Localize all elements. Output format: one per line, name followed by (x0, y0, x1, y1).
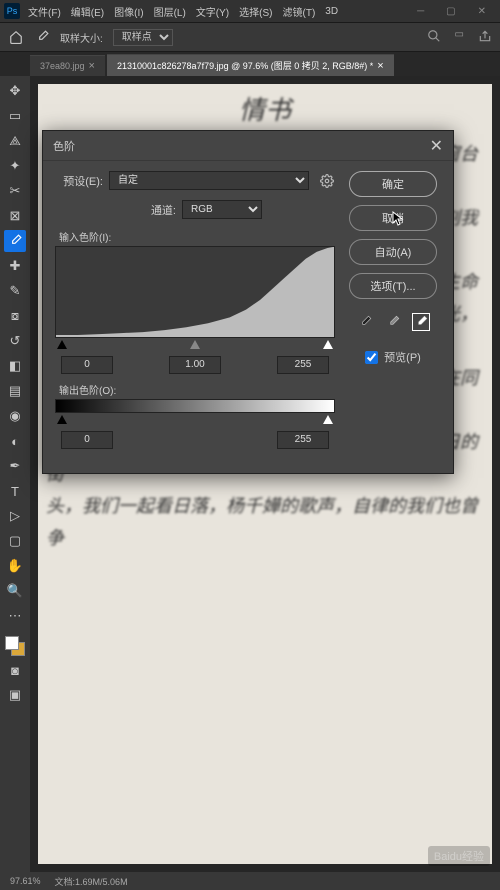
output-white-field[interactable]: 255 (277, 431, 329, 449)
edit-toolbar[interactable]: ⋯ (4, 605, 26, 627)
menu-image[interactable]: 图像(I) (114, 4, 143, 19)
color-swatch[interactable] (5, 636, 25, 656)
hand-tool[interactable]: ✋ (4, 555, 26, 577)
workspace-icon[interactable]: ▭ (455, 29, 464, 46)
dodge-tool[interactable]: ◐ (4, 430, 26, 452)
preset-label: 预设(E): (55, 173, 103, 189)
histogram (55, 246, 335, 338)
sample-size-select[interactable]: 取样点 (113, 29, 173, 46)
doc-line: 头，我们一起看日落，杨千嬅的歌声，自律的我们也曾争 (46, 490, 484, 554)
gear-icon[interactable] (319, 173, 335, 189)
eyedropper-tool-icon[interactable] (34, 29, 50, 45)
foreground-color[interactable] (5, 636, 19, 650)
win-min-icon[interactable]: ─ (417, 6, 424, 17)
midtone-slider[interactable] (190, 340, 200, 349)
white-eyedropper-icon[interactable] (412, 313, 430, 331)
app-icon: Ps (4, 3, 20, 19)
white-point-slider[interactable] (323, 340, 333, 349)
menu-3d[interactable]: 3D (325, 6, 338, 17)
search-icon[interactable] (427, 29, 441, 46)
black-eyedropper-icon[interactable] (356, 313, 374, 331)
dialog-titlebar[interactable]: 色阶 ✕ (43, 131, 453, 161)
close-icon[interactable]: × (377, 60, 383, 72)
win-max-icon[interactable]: ▢ (446, 6, 455, 17)
menu-edit[interactable]: 编辑(E) (71, 4, 104, 19)
eyedropper-row (356, 313, 430, 331)
document-tabs: 37ea80.jpg × 21310001c826278a7f79.jpg @ … (0, 52, 500, 76)
preset-select[interactable]: 自定 (109, 171, 309, 190)
doc-size: 文档:1.69M/5.06M (55, 875, 128, 888)
brush-tool[interactable]: ✎ (4, 280, 26, 302)
share-icon[interactable] (478, 29, 492, 46)
input-slider[interactable] (57, 342, 333, 352)
options-button[interactable]: 选项(T)... (349, 273, 437, 299)
input-levels-label: 输入色阶(I): (59, 229, 335, 244)
marquee-tool[interactable]: ▭ (4, 105, 26, 127)
quickmask-icon[interactable]: ◙ (4, 659, 26, 681)
menubar: Ps 文件(F) 编辑(E) 图像(I) 图层(L) 文字(Y) 选择(S) 滤… (0, 0, 500, 22)
eraser-tool[interactable]: ◧ (4, 355, 26, 377)
output-gradient (55, 399, 335, 413)
tools-panel: ✥ ▭ ⟁ ✦ ✂ ⊠ ✚ ✎ ⧇ ↺ ◧ ▤ ◉ ◐ ✒ T ▷ ▢ ✋ 🔍 … (0, 76, 30, 872)
history-brush-tool[interactable]: ↺ (4, 330, 26, 352)
doc-title: 情书 (46, 94, 484, 126)
close-icon[interactable]: ✕ (430, 136, 443, 156)
menu-select[interactable]: 选择(S) (239, 4, 272, 19)
screenmode-icon[interactable]: ▣ (4, 684, 26, 706)
status-bar: 97.61% 文档:1.69M/5.06M (0, 872, 500, 890)
channel-label: 通道: (128, 202, 176, 218)
stamp-tool[interactable]: ⧇ (4, 305, 26, 327)
menu-type[interactable]: 文字(Y) (196, 4, 229, 19)
watermark: Baidu经验 (428, 846, 490, 866)
preview-checkbox[interactable]: 预览(P) (365, 349, 421, 365)
channel-select[interactable]: RGB (182, 200, 262, 219)
frame-tool[interactable]: ⊠ (4, 205, 26, 227)
tab-label: 37ea80.jpg (40, 61, 85, 71)
output-white-slider[interactable] (323, 415, 333, 424)
quick-select-tool[interactable]: ✦ (4, 155, 26, 177)
ok-button[interactable]: 确定 (349, 171, 437, 197)
eyedropper-tool[interactable] (4, 230, 26, 252)
tab-doc-0[interactable]: 37ea80.jpg × (30, 55, 105, 76)
gray-eyedropper-icon[interactable] (384, 313, 402, 331)
menu-filter[interactable]: 滤镜(T) (283, 4, 316, 19)
black-point-slider[interactable] (57, 340, 67, 349)
gradient-tool[interactable]: ▤ (4, 380, 26, 402)
zoom-level[interactable]: 97.61% (10, 876, 41, 886)
tab-label: 21310001c826278a7f79.jpg @ 97.6% (图层 0 拷… (117, 59, 373, 72)
menu-layer[interactable]: 图层(L) (154, 4, 186, 19)
close-icon[interactable]: × (89, 60, 95, 72)
output-slider[interactable] (57, 417, 333, 427)
preview-label: 预览(P) (384, 349, 421, 365)
shape-tool[interactable]: ▢ (4, 530, 26, 552)
lasso-tool[interactable]: ⟁ (4, 130, 26, 152)
sample-size-label: 取样大小: (60, 30, 103, 45)
zoom-tool[interactable]: 🔍 (4, 580, 26, 602)
path-select-tool[interactable]: ▷ (4, 505, 26, 527)
auto-button[interactable]: 自动(A) (349, 239, 437, 265)
tab-doc-1[interactable]: 21310001c826278a7f79.jpg @ 97.6% (图层 0 拷… (107, 54, 394, 76)
home-icon[interactable] (8, 29, 24, 45)
input-gamma-field[interactable]: 1.00 (169, 356, 221, 374)
pen-tool[interactable]: ✒ (4, 455, 26, 477)
output-levels-label: 输出色阶(O): (59, 382, 335, 397)
move-tool[interactable]: ✥ (4, 80, 26, 102)
preview-checkbox-input[interactable] (365, 351, 378, 364)
win-close-icon[interactable]: ✕ (478, 6, 486, 17)
output-black-slider[interactable] (57, 415, 67, 424)
input-white-field[interactable]: 255 (277, 356, 329, 374)
menu-file[interactable]: 文件(F) (28, 4, 61, 19)
dialog-title: 色阶 (53, 138, 75, 154)
input-black-field[interactable]: 0 (61, 356, 113, 374)
blur-tool[interactable]: ◉ (4, 405, 26, 427)
options-bar: 取样大小: 取样点 ▭ (0, 22, 500, 52)
levels-dialog: 色阶 ✕ 预设(E): 自定 通道: RGB 输入色阶(I): (42, 130, 454, 474)
output-black-field[interactable]: 0 (61, 431, 113, 449)
crop-tool[interactable]: ✂ (4, 180, 26, 202)
heal-tool[interactable]: ✚ (4, 255, 26, 277)
mouse-cursor-icon (392, 211, 404, 227)
type-tool[interactable]: T (4, 480, 26, 502)
